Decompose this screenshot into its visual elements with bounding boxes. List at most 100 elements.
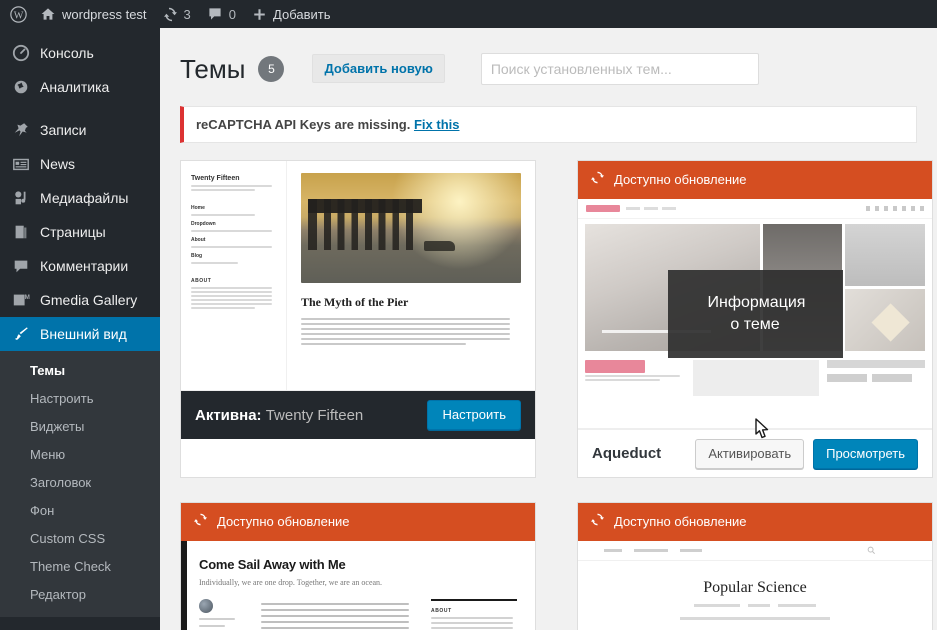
customize-button[interactable]: Настроить: [427, 400, 521, 430]
comesail-preview: Come Sail Away with Me Individually, we …: [181, 541, 535, 630]
submenu-item-editor[interactable]: Редактор: [0, 581, 160, 609]
pages-icon: [11, 222, 31, 242]
theme-card[interactable]: Twenty Fifteen Home Dropdown About Blog …: [180, 160, 536, 478]
sidebar-item-posts[interactable]: Записи: [0, 113, 160, 147]
activate-button[interactable]: Активировать: [695, 438, 805, 469]
page-header: Темы 5 Добавить новую: [160, 28, 937, 90]
twentyfifteen-preview: Twenty Fifteen Home Dropdown About Blog …: [181, 161, 535, 390]
updates-count: 3: [183, 6, 191, 22]
sidebar-label: Gmedia Gallery: [40, 292, 138, 308]
preview-hero-photo: [301, 173, 521, 283]
analytics-icon: [11, 77, 31, 97]
theme-details-label[interactable]: Информация о теме: [667, 269, 843, 358]
sidebar-label: Страницы: [40, 224, 106, 240]
submenu-item-header[interactable]: Заголовок: [0, 469, 160, 497]
fix-this-link[interactable]: Fix this: [414, 117, 460, 132]
sidebar-item-gmedia-gallery[interactable]: M Gmedia Gallery: [0, 283, 160, 317]
search-icon: [867, 542, 876, 560]
preview-post-title: The Myth of the Pier: [301, 295, 409, 309]
search-themes-input[interactable]: [490, 60, 749, 77]
svg-text:W: W: [13, 10, 23, 21]
update-notice-label: Доступно обновление: [614, 172, 747, 187]
submenu-item-themes[interactable]: Темы: [0, 357, 160, 385]
preview-site-title: Popular Science: [703, 579, 807, 596]
main-content: Темы 5 Добавить новую reCAPTCHA API Keys…: [160, 28, 937, 630]
notice-text: reCAPTCHA API Keys are missing.: [196, 117, 411, 132]
site-name-menu[interactable]: wordpress test: [36, 0, 155, 28]
submenu-item-customize[interactable]: Настроить: [0, 385, 160, 413]
theme-card[interactable]: Доступно обновление Popular Science: [577, 502, 933, 630]
plus-icon: [252, 7, 267, 22]
theme-hover-overlay[interactable]: Информация о теме: [578, 199, 932, 428]
theme-name-label: Aqueduct: [592, 445, 662, 462]
theme-screenshot[interactable]: Twenty Fifteen Home Dropdown About Blog …: [181, 161, 535, 391]
page-title: Темы: [180, 53, 246, 84]
sidebar-divider: [0, 104, 160, 113]
new-content-label: Добавить: [273, 6, 331, 22]
active-prefix-label: Активна:: [195, 406, 262, 424]
media-icon: [11, 188, 31, 208]
sidebar-item-news[interactable]: News: [0, 147, 160, 181]
sidebar-item-appearance[interactable]: Внешний вид: [0, 317, 168, 351]
appearance-brush-icon: [11, 324, 31, 344]
update-arrows-icon: [590, 170, 605, 190]
preview-post-body: [301, 318, 521, 345]
comments-count: 0: [228, 6, 237, 22]
submenu-item-widgets[interactable]: Виджеты: [0, 413, 160, 441]
preview-post-subtitle: Individually, we are one drop. Together,…: [199, 578, 383, 587]
preview-sidebar: Twenty Fifteen Home Dropdown About Blog …: [181, 161, 287, 390]
sidebar-label: Консоль: [40, 45, 94, 61]
theme-screenshot[interactable]: Come Sail Away with Me Individually, we …: [181, 541, 535, 630]
avatar: [199, 599, 213, 613]
theme-update-notice: Доступно обновление: [181, 503, 535, 541]
comment-icon: [11, 256, 31, 276]
update-notice-label: Доступно обновление: [217, 514, 350, 529]
update-arrows-icon: [193, 512, 208, 532]
sidebar-item-media[interactable]: Медиафайлы: [0, 181, 160, 215]
update-arrows-icon: [590, 512, 605, 532]
svg-text:M: M: [25, 294, 30, 301]
submenu-item-background[interactable]: Фон: [0, 497, 160, 525]
sidebar-item-dashboard[interactable]: Консоль: [0, 36, 160, 70]
recaptcha-notice: reCAPTCHA API Keys are missing. Fix this: [180, 106, 917, 143]
sidebar-item-analytics[interactable]: Аналитика: [0, 70, 160, 104]
sidebar-menu: Консоль Аналитика Записи News Медиафайлы…: [0, 28, 168, 351]
sidebar-label: Аналитика: [40, 79, 110, 95]
theme-card[interactable]: Доступно обновление Информация о теме Aq…: [577, 160, 933, 478]
new-content-menu[interactable]: Добавить: [244, 0, 338, 28]
submenu-item-theme-check[interactable]: Theme Check: [0, 553, 160, 581]
appearance-submenu: Темы Настроить Виджеты Меню Заголовок Фо…: [0, 351, 160, 617]
dashboard-icon: [11, 43, 31, 63]
sidebar-label: Медиафайлы: [40, 190, 129, 206]
site-name-label: wordpress test: [62, 6, 147, 22]
theme-count-badge: 5: [258, 55, 285, 82]
wordpress-logo-icon: W: [9, 5, 27, 23]
sidebar-label: News: [40, 156, 76, 172]
admin-sidebar: Консоль Аналитика Записи News Медиафайлы…: [0, 28, 168, 630]
theme-card[interactable]: Доступно обновление Come Sail Away with …: [180, 502, 536, 630]
theme-name-label: Twenty Fifteen: [265, 406, 364, 424]
theme-name: Активна: Twenty Fifteen: [195, 407, 427, 424]
theme-screenshot[interactable]: Popular Science: [578, 541, 932, 630]
theme-screenshot[interactable]: Информация о теме: [578, 199, 932, 429]
submenu-item-menus[interactable]: Меню: [0, 441, 160, 469]
search-themes-box[interactable]: [480, 52, 759, 85]
comments-menu[interactable]: 0: [199, 0, 244, 28]
sidebar-label: Записи: [40, 122, 87, 138]
popularscience-preview: Popular Science: [578, 541, 932, 630]
submenu-item-custom-css[interactable]: Custom CSS: [0, 525, 160, 553]
preview-site-title: Twenty Fifteen: [191, 175, 240, 182]
sidebar-label: Внешний вид: [40, 326, 127, 342]
wordpress-logo-button[interactable]: W: [0, 0, 36, 28]
theme-footer: Активна: Twenty Fifteen Настроить: [181, 391, 535, 439]
preview-post-title: Come Sail Away with Me: [199, 557, 346, 572]
sidebar-item-comments[interactable]: Комментарии: [0, 249, 160, 283]
update-notice-label: Доступно обновление: [614, 514, 747, 529]
sidebar-item-pages[interactable]: Страницы: [0, 215, 160, 249]
add-new-theme-button[interactable]: Добавить новую: [312, 54, 445, 83]
gmedia-icon: M: [11, 290, 31, 310]
comment-bubble-icon: [207, 6, 223, 22]
preview-button[interactable]: Просмотреть: [813, 438, 918, 469]
updates-menu[interactable]: 3: [155, 0, 199, 28]
pin-icon: [11, 120, 31, 140]
